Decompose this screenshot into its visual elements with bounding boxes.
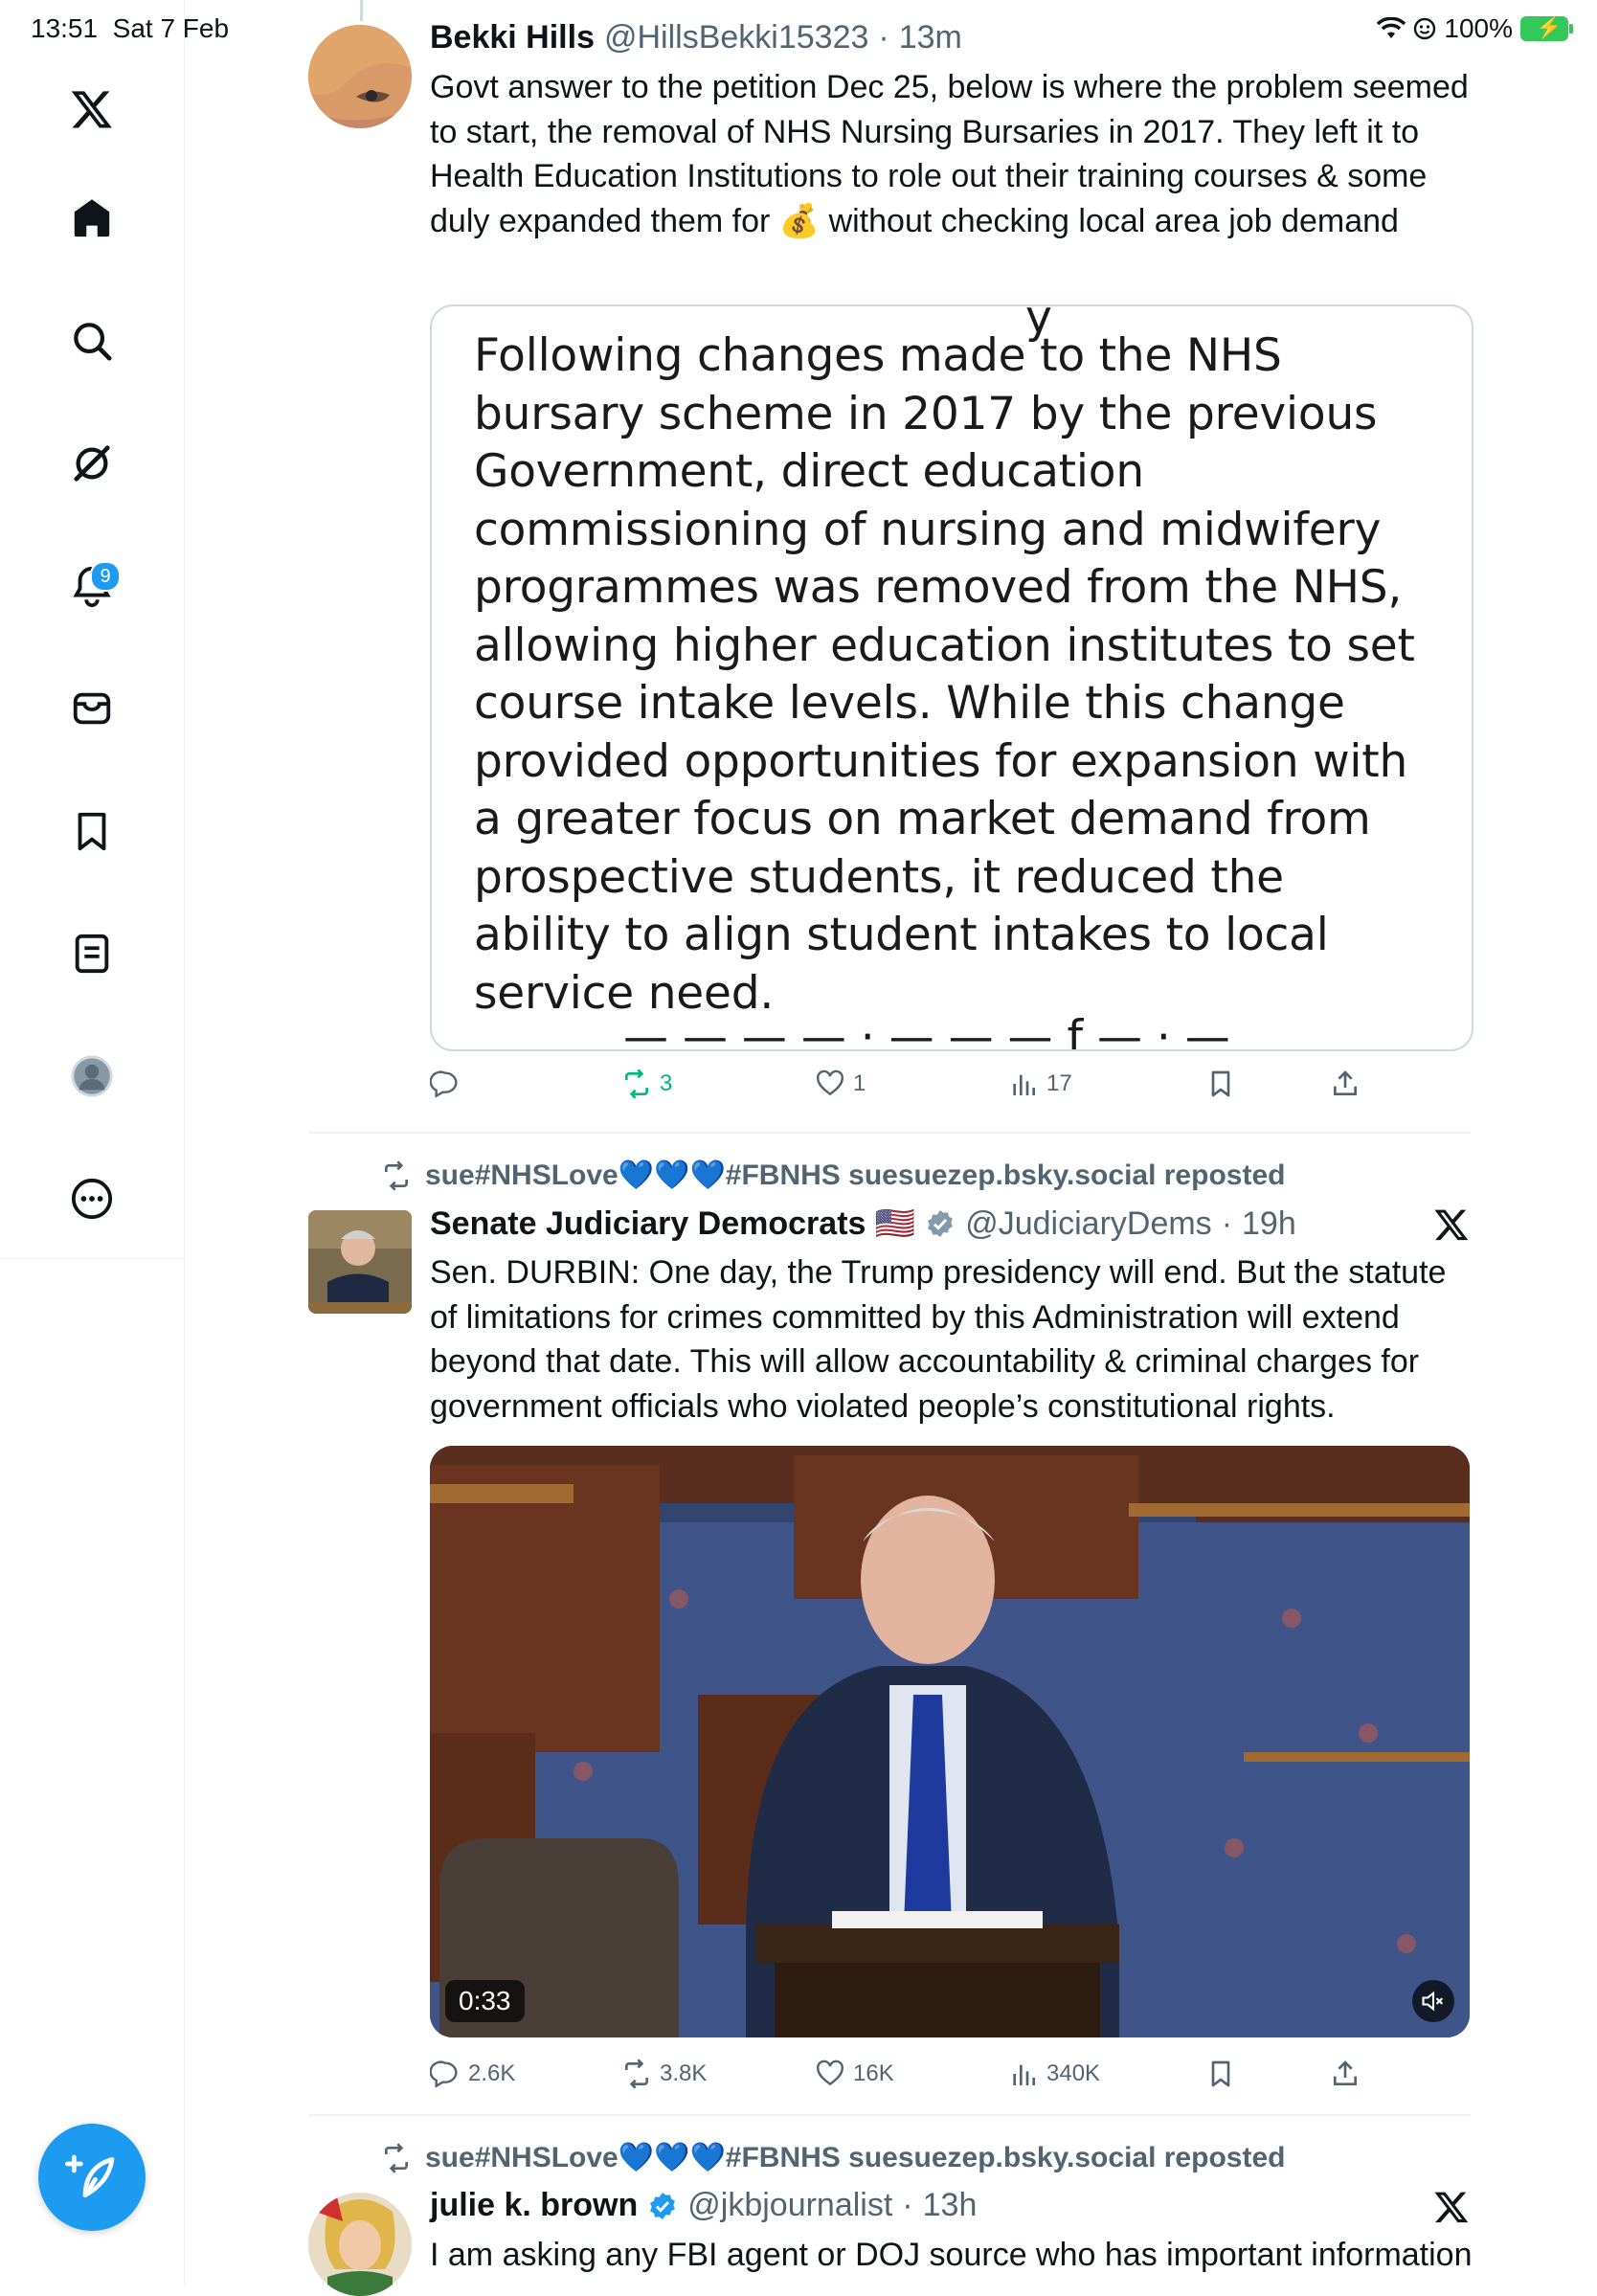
bookmark-button[interactable] [1205,2059,1236,2089]
notification-count-badge: 9 [90,561,121,592]
reply-icon [430,1070,458,1098]
bookmark-icon [1211,1070,1230,1097]
tweet-actions: 2.6K 3.8K 16K 340K [430,2059,1387,2097]
reply-button[interactable]: 2.6K [430,2059,515,2089]
dot-separator: · [1221,1204,1233,1242]
repost-icon [625,2059,648,2089]
heart-icon [817,2060,843,2086]
attached-image[interactable]: y Following changes made to the NHS burs… [430,304,1473,1051]
views-count: 340K [1046,2060,1101,2086]
dot-separator: · [878,19,889,56]
profile-icon[interactable] [57,1042,126,1111]
search-icon[interactable] [57,306,126,375]
author-handle[interactable]: @HillsBekki15323 [604,19,868,56]
mute-button[interactable] [1412,1980,1454,2022]
repost-icon [385,1159,408,1191]
repost-count: 3 [660,1070,673,1096]
tweet-text: Govt answer to the petition Dec 25, belo… [430,69,1469,239]
tweet-actions: 3 1 17 [430,1069,1387,1107]
like-count: 1 [853,1070,866,1096]
views-button[interactable]: 17 [1008,1069,1072,1099]
tweet-text: I am asking any FBI agent or DOJ source … [430,2237,1473,2273]
repost-by-text: sue#NHSLove💙💙💙#FBNHS suesuezep.bsky.soci… [425,1159,1286,1191]
author-name[interactable]: Bekki Hills [430,19,595,56]
repost-button[interactable]: 3 [621,1069,672,1099]
author-handle[interactable]: @jkbjournalist [687,2187,892,2224]
bookmarks-icon[interactable] [57,797,126,866]
share-button[interactable] [1330,2059,1361,2089]
thread-line [360,0,363,21]
battery-icon: ⚡ [1520,15,1573,41]
compose-post-button[interactable] [38,2124,146,2231]
x-logo-icon[interactable] [57,75,126,144]
views-count: 17 [1046,1070,1072,1096]
attached-image-text: Following changes made to the NHS bursar… [474,329,1415,1020]
repost-button[interactable]: 3.8K [621,2059,707,2089]
tweet-text: Sen. DURBIN: One day, the Trump presiden… [430,1254,1447,1425]
author-name[interactable]: Senate Judiciary Democrats 🇺🇸 [430,1204,915,1243]
bookmark-button[interactable] [1205,1069,1236,1099]
speaker-muted-icon [1422,1991,1444,2012]
repost-by-text: sue#NHSLove💙💙💙#FBNHS suesuezep.bsky.soci… [425,2142,1286,2173]
cropped-text-fragment: — — — — · — — — f — · — [623,1011,1230,1051]
x-affiliate-icon [1434,2192,1469,2223]
reply-icon [430,2060,458,2088]
sidebar-divider [0,1258,184,1259]
tweet-divider [308,2114,1471,2116]
wifi-icon [1377,17,1406,38]
like-button[interactable]: 16K [815,2059,894,2089]
tweet-time[interactable]: 13m [899,19,962,56]
messages-icon[interactable] [57,674,126,743]
views-button[interactable]: 340K [1008,2059,1100,2089]
more-icon[interactable] [57,1164,126,1233]
repost-icon [385,2142,408,2173]
like-button[interactable]: 1 [815,1069,866,1099]
repost-icon [625,1069,648,1099]
share-icon [1334,2060,1357,2085]
repost-count: 3.8K [660,2060,708,2086]
views-icon [1013,2064,1035,2085]
grok-icon[interactable] [57,429,126,498]
author-name[interactable]: julie k. brown [430,2187,638,2224]
dot-separator: · [902,2187,913,2223]
verified-blue-icon [650,2192,676,2219]
video-thumbnail [430,1446,1470,2037]
home-icon[interactable] [57,184,126,253]
avatar[interactable] [308,1210,412,1314]
tweet-header: julie k. brown @jkbjournalist · 13h [430,2187,977,2224]
reply-button[interactable] [430,1069,468,1099]
sidebar: 9 [0,0,185,2286]
verified-grey-icon [928,1210,954,1237]
notifications-icon[interactable]: 9 [57,551,126,620]
focus-icon [1414,17,1436,40]
repost-indicator[interactable]: sue#NHSLove💙💙💙#FBNHS suesuezep.bsky.soci… [381,1159,1285,1192]
avatar[interactable] [308,25,412,128]
video-player[interactable]: 0:33 [430,1446,1470,2037]
repost-indicator[interactable]: sue#NHSLove💙💙💙#FBNHS suesuezep.bsky.soci… [381,2141,1285,2174]
lists-icon[interactable] [57,919,126,988]
compose-feather-icon [65,2154,115,2197]
like-count: 16K [853,2060,894,2086]
reply-count: 2.6K [468,2060,516,2086]
views-icon [1013,1074,1035,1095]
tweet-header: Bekki Hills @HillsBekki15323 · 13m [430,19,962,56]
tweet-time[interactable]: 19h [1242,1205,1296,1243]
share-button[interactable] [1330,1069,1361,1099]
heart-icon [817,1069,843,1096]
bookmark-icon [1211,2060,1230,2087]
tweet-divider [308,1132,1471,1134]
tweet-header: Senate Judiciary Democrats 🇺🇸 @Judiciary… [430,1204,1296,1243]
author-handle[interactable]: @JudiciaryDems [965,1205,1211,1243]
x-affiliate-icon [1434,1209,1469,1241]
avatar[interactable] [308,2193,412,2296]
tweet-time[interactable]: 13h [923,2187,978,2224]
battery-percent: 100% [1444,13,1513,43]
share-icon [1334,1070,1357,1095]
video-duration: 0:33 [445,1980,525,2022]
